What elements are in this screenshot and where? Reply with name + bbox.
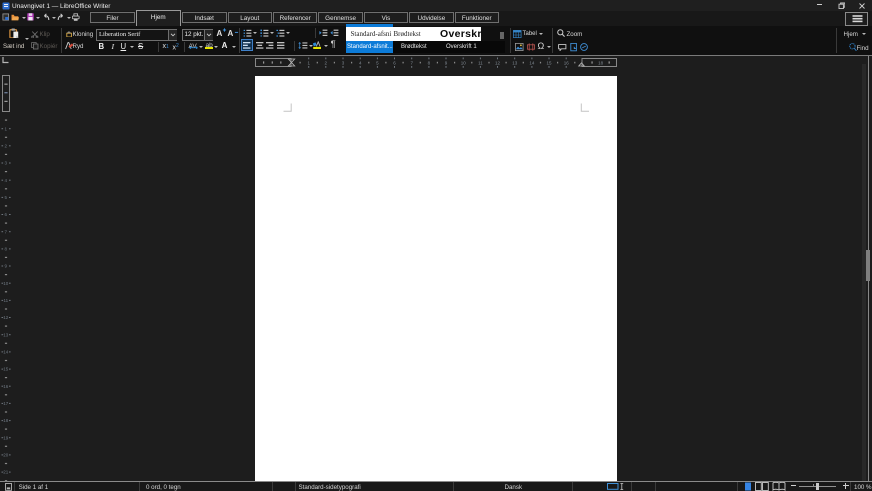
svg-text:19: 19 — [3, 435, 9, 440]
svg-text:12: 12 — [3, 315, 9, 320]
svg-text:15: 15 — [546, 61, 552, 66]
svg-text:11: 11 — [3, 298, 8, 303]
svg-text:17: 17 — [3, 401, 9, 406]
svg-text:14: 14 — [3, 350, 9, 355]
svg-text:8: 8 — [5, 247, 8, 252]
svg-text:21: 21 — [3, 470, 9, 475]
svg-text:6: 6 — [393, 61, 396, 66]
svg-text:20: 20 — [3, 453, 9, 458]
svg-text:9: 9 — [445, 61, 448, 66]
svg-text:1: 1 — [307, 61, 310, 66]
svg-text:2: 2 — [5, 143, 8, 148]
svg-text:10: 10 — [3, 281, 9, 286]
svg-text:9: 9 — [5, 264, 8, 269]
svg-text:3: 3 — [342, 61, 345, 66]
svg-text:3: 3 — [5, 161, 8, 166]
svg-text:4: 4 — [359, 61, 362, 66]
svg-text:8: 8 — [428, 61, 431, 66]
svg-text:5: 5 — [5, 195, 8, 200]
svg-text:7: 7 — [410, 61, 413, 66]
svg-text:13: 13 — [512, 61, 518, 66]
svg-text:16: 16 — [564, 61, 570, 66]
svg-text:13: 13 — [3, 332, 9, 337]
svg-text:14: 14 — [529, 61, 535, 66]
svg-text:16: 16 — [3, 384, 9, 389]
svg-text:2: 2 — [325, 61, 328, 66]
svg-text:1: 1 — [5, 126, 8, 131]
svg-text:15: 15 — [3, 367, 9, 372]
svg-text:4: 4 — [5, 178, 8, 183]
svg-text:11: 11 — [478, 61, 483, 66]
svg-text:10: 10 — [461, 61, 467, 66]
svg-text:18: 18 — [3, 418, 9, 423]
svg-text:6: 6 — [5, 212, 8, 217]
svg-text:18: 18 — [598, 61, 604, 66]
svg-text:12: 12 — [495, 61, 501, 66]
svg-text:7: 7 — [5, 229, 8, 234]
svg-text:5: 5 — [376, 61, 379, 66]
